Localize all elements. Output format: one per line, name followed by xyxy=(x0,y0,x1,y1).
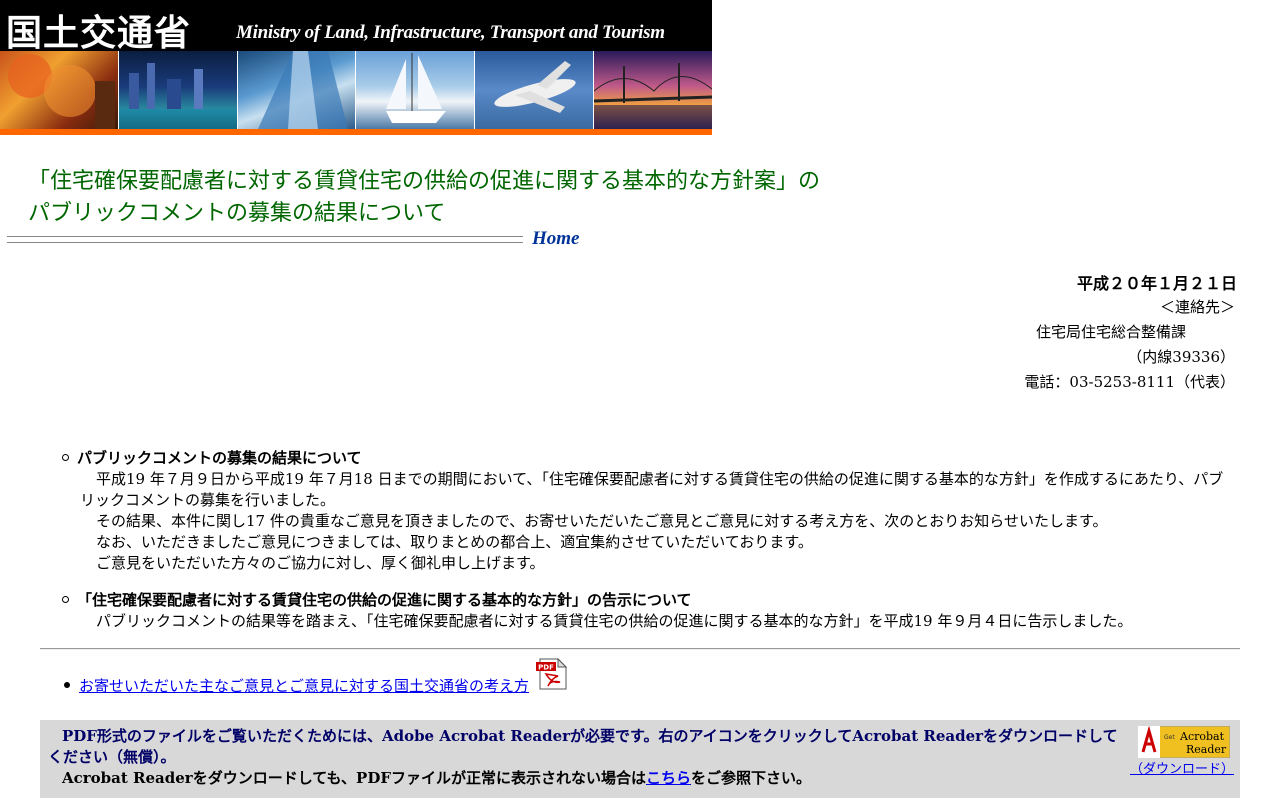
section-heading-text: 「住宅確保要配慮者に対する賃貸住宅の供給の促進に関する基本的な方針」の告示につい… xyxy=(77,591,692,609)
banner-photo-skyscraper xyxy=(237,51,356,129)
banner-title-bar: 国土交通省 Ministry of Land, Infrastructure, … xyxy=(0,0,712,54)
acrobat-notice-box: PDF形式のファイルをご覧いただくためには、Adobe Acrobat Read… xyxy=(40,720,1240,798)
get-acrobat-reader-icon[interactable]: Get Acrobat Reader xyxy=(1137,725,1231,759)
contact-department: 住宅局住宅総合整備課 xyxy=(1036,323,1187,341)
pdf-icon[interactable]: PDF xyxy=(535,657,568,690)
disc-bullet-icon xyxy=(64,682,70,688)
section-results-heading: パブリックコメントの募集の結果について xyxy=(62,448,1232,469)
opinions-pdf-link[interactable]: お寄せいただいた主なご意見とご意見に対する国土交通省の考え方 xyxy=(79,677,529,695)
page-title-line2: パブリックコメントの募集の結果について xyxy=(28,201,446,226)
section-results-paragraph: なお、いただきましたご意見につきましては、取りまとめの都合上、適宜集約させていた… xyxy=(96,533,813,551)
section-notification-paragraph: パブリックコメントの結果等を踏まえ、「住宅確保要配慮者に対する賃貸住宅の供給の促… xyxy=(96,612,1133,630)
notice-line1: PDF形式のファイルをご覧いただくためには、Adobe Acrobat Read… xyxy=(48,727,1118,766)
section-notification: 「住宅確保要配慮者に対する賃貸住宅の供給の促進に関する基本的な方針」の告示につい… xyxy=(62,590,1232,632)
page-title-line1: 「住宅確保要配慮者に対する賃貸住宅の供給の促進に関する基本的な方針案」の xyxy=(28,169,821,194)
banner-photo-bridge xyxy=(594,51,712,129)
section-notification-heading: 「住宅確保要配慮者に対する賃貸住宅の供給の促進に関する基本的な方針」の告示につい… xyxy=(62,590,1232,611)
notice-line2-post: をご参照下さい。 xyxy=(691,769,812,787)
banner-photo-sailing-ship xyxy=(356,51,475,129)
banner-photo-airplane xyxy=(475,51,594,129)
svg-text:Acrobat: Acrobat xyxy=(1179,730,1225,743)
section-results-paragraph: その結果、本件に関し17 件の貴重なご意見を頂きましたので、お寄せいただいたご意… xyxy=(96,512,1108,530)
section-heading-text: パブリックコメントの募集の結果について xyxy=(77,449,362,467)
contact-phone: 電話：03-5253-8111（代表） xyxy=(1024,373,1235,391)
acrobat-notice-text: PDF形式のファイルをご覧いただくためには、Adobe Acrobat Read… xyxy=(48,726,1118,789)
title-underline xyxy=(7,236,523,243)
page-title: 「住宅確保要配慮者に対する賃貸住宅の供給の促進に関する基本的な方針案」の パブリ… xyxy=(28,166,820,230)
section-results-paragraph: ご意見をいただいた方々のご協力に対し、厚く御礼申し上げます。 xyxy=(96,554,545,572)
svg-text:PDF: PDF xyxy=(538,664,554,672)
banner-orange-stripe xyxy=(0,129,712,135)
banner-photo-strip xyxy=(0,51,712,129)
banner-photo-city-night xyxy=(118,51,237,129)
ministry-banner: 国土交通省 Ministry of Land, Infrastructure, … xyxy=(0,0,712,135)
acrobat-download-link[interactable]: （ダウンロード） xyxy=(1130,758,1234,777)
home-link[interactable]: Home xyxy=(532,228,580,250)
circle-bullet-icon xyxy=(62,595,69,603)
banner-english-name: Ministry of Land, Infrastructure, Transp… xyxy=(236,22,665,43)
notice-line2: Acrobat Readerをダウンロードしても、PDFファイルが正常に表示され… xyxy=(48,768,1118,789)
list-item: お寄せいただいた主なご意見とご意見に対する国土交通省の考え方 PDF xyxy=(64,657,568,696)
banner-photo-autumn-leaves xyxy=(0,51,118,129)
notice-line2-pre: Acrobat Readerをダウンロードしても、PDFファイルが正常に表示され… xyxy=(62,769,646,787)
publish-date: 平成２０年１月２１日 xyxy=(1076,274,1237,293)
svg-text:Get: Get xyxy=(1164,734,1175,741)
section-results: パブリックコメントの募集の結果について 平成19 年７月９日から平成19 年７月… xyxy=(62,448,1232,574)
circle-bullet-icon xyxy=(62,453,69,461)
horizontal-divider xyxy=(40,648,1240,650)
help-here-link[interactable]: こちら xyxy=(646,769,691,787)
banner-kanji-logo: 国土交通省 xyxy=(6,12,192,54)
section-results-paragraph: 平成19 年７月９日から平成19 年７月18 日までの期間において、「住宅確保要… xyxy=(80,470,1224,509)
contact-label: ＜連絡先＞ xyxy=(1159,298,1235,316)
svg-text:Reader: Reader xyxy=(1186,743,1227,756)
contact-extension: （内線39336） xyxy=(1127,348,1235,366)
